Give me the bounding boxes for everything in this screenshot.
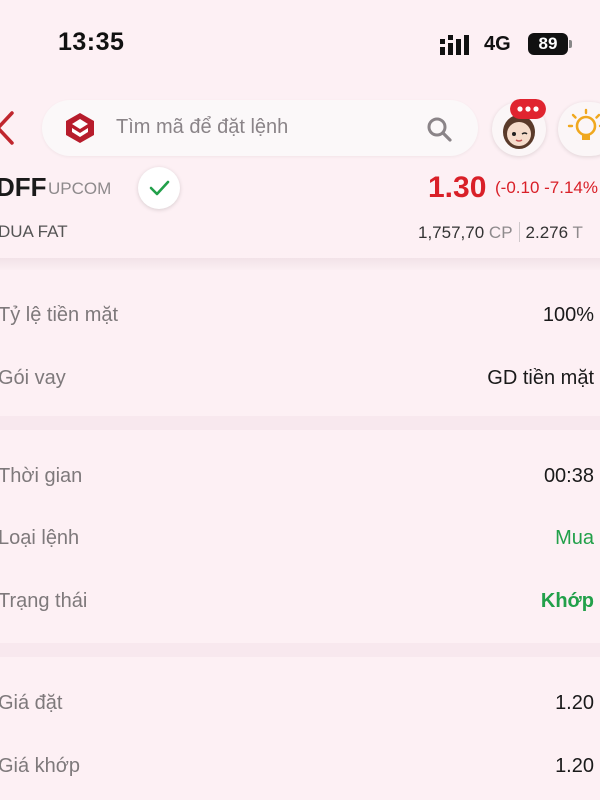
check-icon: [149, 180, 170, 196]
status-bar: 13:35 4G 89: [0, 0, 600, 92]
volume-value: 1,757,70: [418, 223, 485, 242]
signal-icon: [440, 35, 469, 55]
battery-icon: 89: [528, 33, 568, 55]
chevron-left-icon[interactable]: [0, 110, 16, 146]
loan-package-value: GD tiền mặt: [487, 367, 594, 389]
idea-button[interactable]: [558, 102, 600, 156]
stock-exchange: UPCOM: [48, 179, 112, 198]
network-label: 4G: [484, 33, 511, 55]
divider: [518, 222, 520, 242]
battery-tip: [569, 40, 572, 48]
section-divider: [0, 416, 600, 430]
matched-price-label: Giá khớp: [0, 755, 81, 777]
cash-ratio-value: 100%: [542, 304, 594, 326]
brand-logo-icon: [66, 113, 94, 143]
status-label: Trạng thái: [0, 590, 88, 612]
stock-ticker[interactable]: DFF: [0, 172, 47, 203]
loan-package-label: Gói vay: [0, 367, 66, 389]
lightbulb-icon: [567, 108, 600, 140]
order-type-label: Loại lệnh: [0, 527, 80, 549]
trade-value: 2.276: [525, 223, 569, 242]
order-price-label: Giá đặt: [0, 692, 63, 714]
search-placeholder: Tìm mã để đặt lệnh: [116, 116, 289, 138]
matched-price-value: 1.20: [555, 755, 594, 777]
chat-badge-icon[interactable]: [510, 99, 546, 119]
time-label: Thời gian: [0, 465, 83, 487]
stock-price: 1.30: [428, 171, 487, 204]
section-divider: [0, 643, 600, 657]
order-detail-screen: 13:35 4G 89 Tìm mã để đặt lệnh DFF UPCOM…: [0, 0, 600, 800]
time-value: 00:38: [543, 465, 594, 487]
stock-change: (-0.10 -7.14%: [495, 178, 598, 197]
status-time: 13:35: [58, 28, 125, 56]
watchlist-check-button[interactable]: [138, 167, 180, 209]
order-type-value: Mua: [555, 527, 594, 549]
header-divider: [0, 258, 600, 270]
volume-unit: CP: [488, 223, 513, 242]
company-name: DUA FAT: [0, 222, 68, 241]
search-icon[interactable]: [426, 116, 452, 142]
status-value: Khớp: [540, 590, 594, 612]
search-input[interactable]: Tìm mã để đặt lệnh: [42, 100, 478, 156]
value-unit: T: [572, 223, 583, 242]
order-price-value: 1.20: [555, 692, 594, 714]
cash-ratio-label: Tỷ lệ tiền mặt: [0, 304, 119, 326]
stock-volume-info: 1,757,70 CP 2.276 T: [418, 222, 583, 243]
